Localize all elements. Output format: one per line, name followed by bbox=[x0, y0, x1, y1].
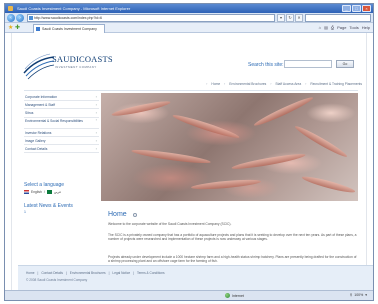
footer-links: Home | Contact Details | Environmental B… bbox=[26, 271, 165, 275]
maximize-button[interactable]: □ bbox=[352, 5, 361, 12]
shrimp-shape bbox=[252, 94, 315, 129]
uk-flag-icon bbox=[24, 190, 29, 194]
dropdown-icon[interactable]: ▾ bbox=[277, 14, 285, 22]
language-arabic-link[interactable]: عربي bbox=[54, 190, 61, 194]
url-input[interactable]: http://www.saudicoasts.com/index.php?id=… bbox=[27, 14, 275, 22]
shrimp-shape bbox=[190, 177, 262, 192]
language-title: Select a language bbox=[24, 182, 65, 188]
header-divider bbox=[24, 90, 358, 91]
page-footer: Home | Contact Details | Environmental B… bbox=[18, 265, 373, 290]
sidebar-menu: Corporate Information › Management & Staf… bbox=[24, 93, 99, 154]
page-title: Home bbox=[108, 211, 127, 218]
browser-icon bbox=[8, 6, 13, 11]
shrimp-shape bbox=[171, 112, 241, 141]
zoom-control[interactable]: ⚲ 100% ▾ bbox=[350, 293, 367, 297]
magnifier-icon: ⚲ bbox=[349, 293, 353, 297]
shrimp-shape bbox=[230, 151, 307, 172]
print-icon[interactable]: ⎙ bbox=[331, 25, 334, 31]
site-search-label: Search this site: bbox=[248, 62, 284, 68]
add-favorite-icon[interactable]: ✚ bbox=[15, 25, 21, 31]
web-page: SAUDICOASTS INVESTMENT COMPANY Search th… bbox=[11, 33, 373, 290]
saudi-flag-icon bbox=[46, 190, 52, 194]
zone-label: Internet bbox=[232, 293, 244, 298]
about-paragraph: The SCIC is a privately owned company th… bbox=[108, 233, 357, 242]
browser-window: Saudi Coasts Investment Company - Micros… bbox=[4, 3, 374, 301]
address-bar: ‹ › http://www.saudicoasts.com/index.php… bbox=[5, 13, 373, 23]
footer-link-legal[interactable]: Legal Notice bbox=[112, 271, 130, 275]
sidebar-item-investor[interactable]: Investor Relations › bbox=[24, 129, 99, 137]
chevron-right-icon: › bbox=[95, 116, 97, 122]
globe-icon bbox=[225, 293, 230, 298]
chevron-right-icon: › bbox=[95, 102, 97, 108]
tools-menu[interactable]: Tools bbox=[349, 25, 358, 31]
sidebar-item-sitrus[interactable]: Sitrus › bbox=[24, 109, 99, 118]
language-english-link[interactable]: English bbox=[31, 190, 42, 194]
stop-icon[interactable]: ✕ bbox=[295, 14, 303, 22]
sidebar-item-management[interactable]: Management & Staff › bbox=[24, 101, 99, 110]
shrimp-shape bbox=[110, 98, 172, 119]
tab-bar: ★ ✚ Saudi Coasts Investment Company ⌂ ▤ … bbox=[5, 23, 373, 33]
intro-paragraph: Welcome to the corporate website of the … bbox=[108, 222, 232, 226]
home-icon-button[interactable]: ⌂ bbox=[319, 25, 321, 31]
tab-saudi-coasts[interactable]: Saudi Coasts Investment Company bbox=[33, 24, 105, 33]
language-options: English / عربي bbox=[24, 190, 61, 194]
window-title: Saudi Coasts Investment Company - Micros… bbox=[17, 6, 131, 11]
minimize-button[interactable]: _ bbox=[342, 5, 351, 12]
sidebar-item-gallery[interactable]: Image Gallery › bbox=[24, 137, 99, 145]
chevron-right-icon: › bbox=[95, 129, 97, 135]
tab-page-icon bbox=[36, 27, 40, 31]
back-button[interactable]: ‹ bbox=[7, 14, 15, 22]
news-title: Latest News & Events bbox=[24, 203, 73, 209]
sidebar-item-environmental[interactable]: Environmental & Social Responsibilities › bbox=[24, 116, 99, 129]
logo-name: SAUDICOASTS bbox=[52, 54, 113, 64]
close-button[interactable]: × bbox=[362, 5, 371, 12]
copyright-text: © 2008 Saudi Coasts Investment Company bbox=[26, 278, 88, 282]
favorites-star-icon[interactable]: ★ bbox=[8, 25, 14, 31]
chevron-right-icon: › bbox=[95, 137, 97, 143]
url-text: http://www.saudicoasts.com/index.php?id=… bbox=[34, 16, 102, 20]
shrimp-shape bbox=[301, 174, 356, 195]
logo-subtitle: INVESTMENT COMPANY bbox=[55, 65, 97, 69]
window-controls: _ □ × bbox=[342, 5, 371, 12]
print-page-icon[interactable] bbox=[133, 213, 137, 217]
topnav-brochures[interactable]: Environmental Brochures bbox=[229, 81, 266, 88]
page-viewport: SAUDICOASTS INVESTMENT COMPANY Search th… bbox=[5, 33, 373, 290]
zoom-level: 100% bbox=[354, 293, 364, 297]
page-icon bbox=[29, 16, 33, 20]
top-navigation: › Home › Environmental Brochures › Staff… bbox=[206, 81, 362, 88]
security-zone: Internet bbox=[225, 293, 244, 298]
projects-paragraph: Projects already under development inclu… bbox=[108, 255, 357, 264]
hero-shrimp-image bbox=[101, 93, 358, 201]
footer-link-contact[interactable]: Contact Details bbox=[41, 271, 63, 275]
feeds-icon[interactable]: ▤ bbox=[324, 25, 328, 31]
news-item[interactable]: 1 bbox=[24, 210, 26, 214]
page-menu[interactable]: Page bbox=[337, 25, 346, 31]
help-menu[interactable]: Help bbox=[362, 25, 370, 31]
site-search-button[interactable]: Go bbox=[336, 60, 354, 68]
browser-search-input[interactable] bbox=[305, 14, 371, 22]
topnav-home[interactable]: Home bbox=[211, 81, 220, 88]
footer-link-home[interactable]: Home bbox=[26, 271, 35, 275]
tab-label: Saudi Coasts Investment Company bbox=[42, 27, 97, 31]
sidebar-item-corporate[interactable]: Corporate Information › bbox=[24, 93, 99, 102]
site-search-input[interactable] bbox=[284, 60, 332, 68]
title-bar: Saudi Coasts Investment Company - Micros… bbox=[5, 4, 373, 13]
footer-link-brochures[interactable]: Environmental Brochures bbox=[70, 271, 106, 275]
chevron-down-icon: ▾ bbox=[365, 293, 367, 297]
chevron-right-icon: › bbox=[95, 94, 97, 99]
chevron-right-icon: › bbox=[95, 145, 97, 151]
site-logo[interactable]: SAUDICOASTS INVESTMENT COMPANY bbox=[22, 51, 113, 81]
shrimp-shape bbox=[130, 147, 212, 166]
command-bar: ⌂ ▤ ⎙ Page Tools Help bbox=[319, 25, 370, 31]
forward-button[interactable]: › bbox=[16, 14, 24, 22]
status-bar: Internet ⚲ 100% ▾ bbox=[5, 290, 373, 300]
refresh-icon[interactable]: ↻ bbox=[286, 14, 294, 22]
topnav-staff-access[interactable]: Staff Access Area bbox=[275, 81, 301, 88]
sidebar-item-contact[interactable]: Contact Details › bbox=[24, 145, 99, 154]
logo-swoosh-icon bbox=[23, 53, 55, 80]
address-buttons: ▾ ↻ ✕ bbox=[277, 14, 303, 22]
footer-link-terms[interactable]: Terms & Conditions bbox=[137, 271, 165, 275]
topnav-recruitment[interactable]: Recruitment & Training Placements bbox=[310, 81, 362, 88]
